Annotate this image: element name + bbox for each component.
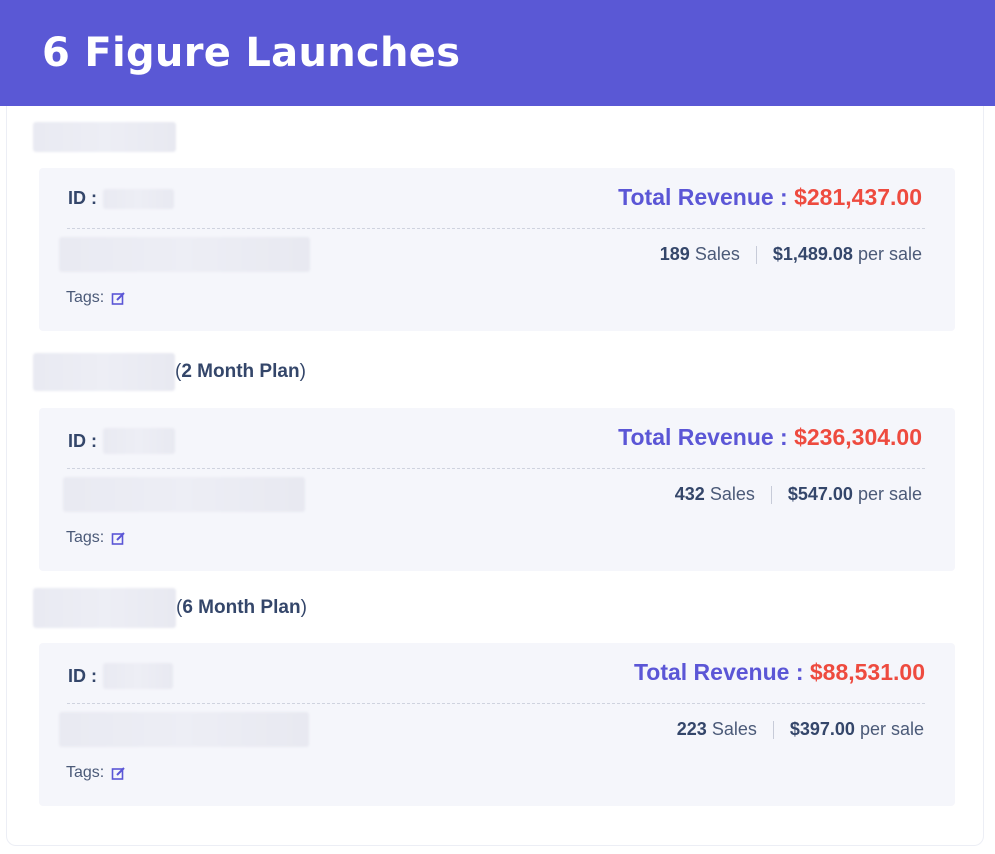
id-value-redacted	[103, 188, 174, 209]
product-name-redacted	[33, 122, 176, 152]
divider	[67, 703, 925, 704]
product-description-redacted	[63, 477, 305, 512]
revenue-value: $236,304.00	[794, 424, 922, 450]
sales-count: 223	[676, 719, 707, 739]
id-value-redacted	[103, 428, 175, 454]
tags-label: Tags:	[66, 764, 105, 781]
sales-stats: 189 Sales $1,489.08 per sale	[660, 244, 922, 265]
plan-label: (2 Month Plan)	[175, 361, 306, 382]
revenue-value: $88,531.00	[809, 659, 925, 685]
revenue-value: $281,437.00	[794, 184, 922, 210]
id-value-redacted	[103, 663, 173, 689]
sales-label: Sales	[694, 244, 740, 264]
product-title-row	[33, 122, 176, 152]
product-name-redacted	[33, 588, 176, 628]
id-row: ID :	[68, 663, 173, 689]
page-title: 6 Figure Launches	[42, 30, 461, 76]
per-sale-value: $1,489.08	[772, 244, 853, 264]
sales-label: Sales	[711, 719, 757, 739]
divider	[67, 228, 925, 229]
id-label: ID :	[68, 188, 97, 208]
edit-icon[interactable]	[111, 531, 126, 546]
sales-stats: 432 Sales $547.00 per sale	[675, 484, 922, 505]
product-description-redacted	[59, 712, 309, 747]
id-label: ID :	[68, 430, 97, 451]
total-revenue: Total Revenue : $88,531.00	[634, 659, 925, 686]
revenue-label: Total Revenue :	[618, 424, 788, 450]
stats-separator	[772, 720, 774, 739]
product-title-row: (2 Month Plan)	[33, 353, 306, 391]
edit-icon[interactable]	[111, 766, 126, 781]
stats-separator	[770, 485, 772, 504]
id-row: ID :	[68, 188, 174, 209]
divider	[67, 468, 925, 469]
sales-label: Sales	[709, 484, 755, 504]
product-card: ID : Total Revenue : $281,437.00 189 Sal…	[39, 168, 955, 331]
total-revenue: Total Revenue : $236,304.00	[618, 424, 922, 451]
tags-row: Tags:	[66, 764, 126, 782]
per-sale-label: per sale	[857, 484, 922, 504]
product-card: ID : Total Revenue : $236,304.00 432 Sal…	[39, 408, 955, 571]
id-row: ID :	[68, 428, 175, 454]
product-card: ID : Total Revenue : $88,531.00 223 Sale…	[39, 643, 955, 806]
tags-row: Tags:	[66, 289, 126, 307]
id-label: ID :	[68, 665, 97, 686]
product-description-redacted	[59, 237, 310, 272]
product-title-row: (6 Month Plan)	[33, 588, 307, 628]
per-sale-value: $397.00	[789, 719, 855, 739]
revenue-label: Total Revenue :	[618, 184, 788, 210]
edit-icon[interactable]	[111, 291, 126, 306]
stats-separator	[755, 245, 757, 264]
plan-label: (6 Month Plan)	[176, 597, 307, 618]
tags-label: Tags:	[66, 289, 105, 306]
total-revenue: Total Revenue : $281,437.00	[618, 184, 922, 211]
sales-count: 432	[674, 484, 705, 504]
tags-row: Tags:	[66, 529, 126, 547]
sales-stats: 223 Sales $397.00 per sale	[677, 719, 924, 740]
launches-panel: ID : Total Revenue : $281,437.00 189 Sal…	[6, 106, 984, 846]
header: 6 Figure Launches	[0, 0, 995, 106]
tags-label: Tags:	[66, 529, 105, 546]
revenue-label: Total Revenue :	[633, 659, 804, 685]
per-sale-value: $547.00	[787, 484, 853, 504]
product-name-redacted	[33, 353, 175, 391]
sales-count: 189	[659, 244, 690, 264]
per-sale-label: per sale	[859, 719, 924, 739]
per-sale-label: per sale	[857, 244, 922, 264]
